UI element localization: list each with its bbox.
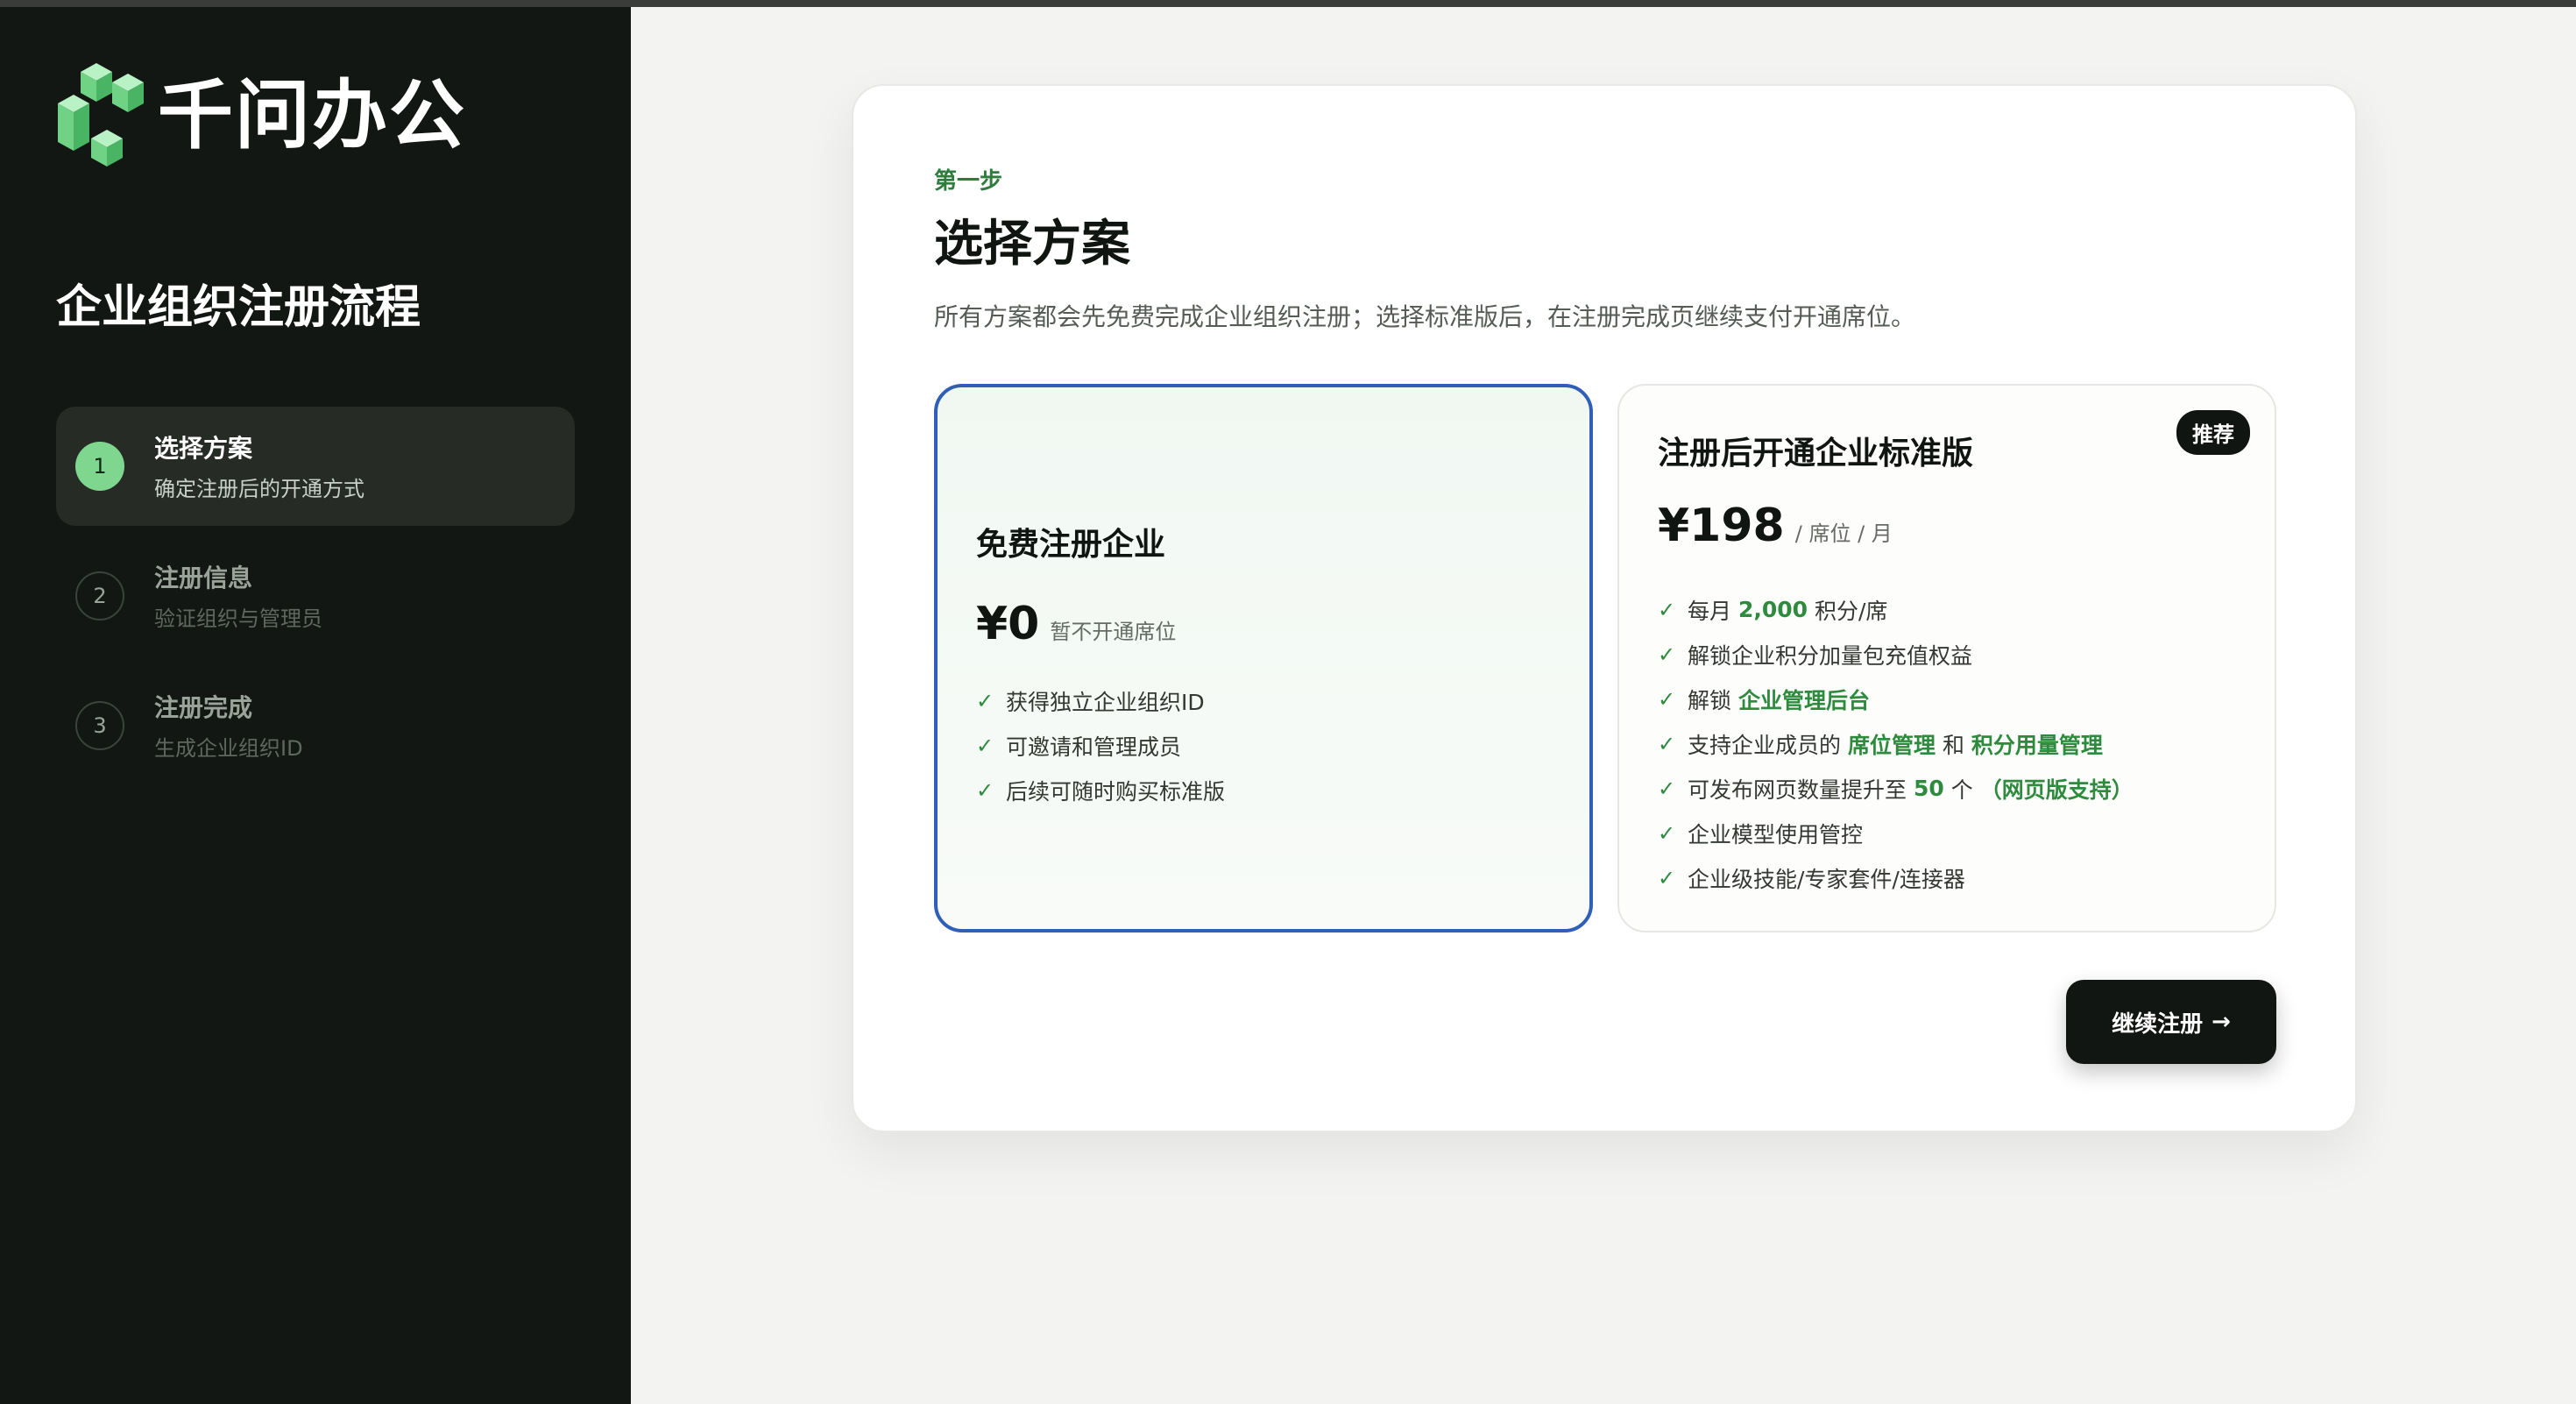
plan-price-note: 暂不开通席位 [1050, 620, 1177, 644]
step-number-badge: 2 [75, 571, 124, 620]
feature-item: ✓ 获得独立企业组织ID [976, 688, 1205, 715]
plan-price: ¥0 [976, 598, 1040, 650]
step-title: 注册信息 [154, 564, 253, 592]
feature-item: ✓ 可邀请和管理成员 [976, 733, 1182, 760]
feature-item: ✓ 解锁 企业管理后台 [1658, 686, 1870, 713]
plan-feature-list: ✓ 获得独立企业组织ID ✓ 可邀请和管理成员 ✓ 后续可随时购买标准版 [976, 678, 1225, 812]
page-description: 所有方案都会先免费完成企业组织注册；选择标准版后，在注册完成页继续支付开通席位。 [934, 302, 1916, 331]
continue-button-label: 继续注册 [2112, 1010, 2204, 1038]
feature-item: ✓ 企业级技能/专家套件/连接器 [1658, 865, 1965, 892]
plan-price: ¥198 [1658, 500, 1785, 552]
recommended-badge: 推荐 [2176, 410, 2250, 455]
feature-item: ✓ 企业模型使用管控 [1658, 820, 1864, 847]
feature-item: ✓ 后续可随时购买标准版 [976, 777, 1226, 805]
logo-cube-icon [58, 63, 144, 167]
step-title: 注册完成 [154, 693, 253, 722]
check-icon: ✓ [1658, 642, 1676, 667]
check-icon: ✓ [1658, 686, 1676, 712]
check-icon: ✓ [1658, 731, 1676, 756]
step-subtitle: 确定注册后的开通方式 [154, 477, 364, 501]
step-title: 选择方案 [154, 434, 253, 463]
logo-text: 千问办公 [158, 72, 466, 160]
plan-feature-list: ✓ 每月 2,000 积分/席 ✓ 解锁企业积分加量包充值权益 ✓ 解锁 企业管… [1658, 587, 2134, 900]
step-number-badge: 3 [75, 701, 124, 750]
check-icon: ✓ [1658, 597, 1676, 622]
check-icon: ✓ [976, 688, 994, 713]
step-item-register-complete[interactable]: 3 注册完成 生成企业组织ID [56, 666, 575, 785]
feature-item: ✓ 解锁企业积分加量包充值权益 [1658, 642, 1973, 669]
sidebar: 千问办公 企业组织注册流程 1 选择方案 确定注册后的开通方式 2 注册信息 验… [0, 7, 631, 1404]
continue-register-button[interactable]: 继续注册 → [2066, 980, 2276, 1064]
step-subtitle: 生成企业组织ID [154, 736, 303, 761]
logo: 千问办公 [54, 63, 466, 168]
plan-card-standard[interactable]: 推荐 注册后开通企业标准版 ¥198 / 席位 / 月 ✓ 每月 2,000 积… [1617, 384, 2276, 932]
check-icon: ✓ [1658, 776, 1676, 801]
plan-card-free[interactable]: 免费注册企业 ¥0 暂不开通席位 ✓ 获得独立企业组织ID ✓ 可邀请和管理成员 ✓… [934, 384, 1593, 932]
plan-selection-card: 第一步 选择方案 所有方案都会先免费完成企业组织注册；选择标准版后，在注册完成页… [852, 84, 2357, 1132]
step-eyebrow: 第一步 [934, 168, 1003, 195]
step-item-choose-plan[interactable]: 1 选择方案 确定注册后的开通方式 [56, 407, 575, 526]
plan-price-note: / 席位 / 月 [1794, 521, 1893, 546]
feature-item: ✓ 每月 2,000 积分/席 [1658, 597, 1888, 624]
plan-name: 免费注册企业 [976, 527, 1166, 563]
arrow-right-icon: → [2212, 1009, 2231, 1035]
plan-price-row: ¥0 暂不开通席位 [976, 598, 1176, 650]
check-icon: ✓ [1658, 820, 1676, 846]
step-subtitle: 验证组织与管理员 [154, 606, 322, 631]
feature-item: ✓ 支持企业成员的 席位管理 和 积分用量管理 [1658, 731, 2103, 758]
window-top-strip [0, 0, 2576, 7]
plan-price-row: ¥198 / 席位 / 月 [1658, 500, 1893, 552]
plan-name: 注册后开通企业标准版 [1658, 436, 1974, 472]
page-title: 选择方案 [934, 216, 1130, 273]
check-icon: ✓ [976, 777, 994, 803]
step-number-badge: 1 [75, 442, 124, 491]
check-icon: ✓ [1658, 865, 1676, 890]
flow-title: 企业组织注册流程 [56, 281, 421, 334]
check-icon: ✓ [976, 733, 994, 758]
step-item-register-info[interactable]: 2 注册信息 验证组织与管理员 [56, 536, 575, 656]
feature-item: ✓ 可发布网页数量提升至 50 个 （网页版支持） [1658, 776, 2134, 803]
